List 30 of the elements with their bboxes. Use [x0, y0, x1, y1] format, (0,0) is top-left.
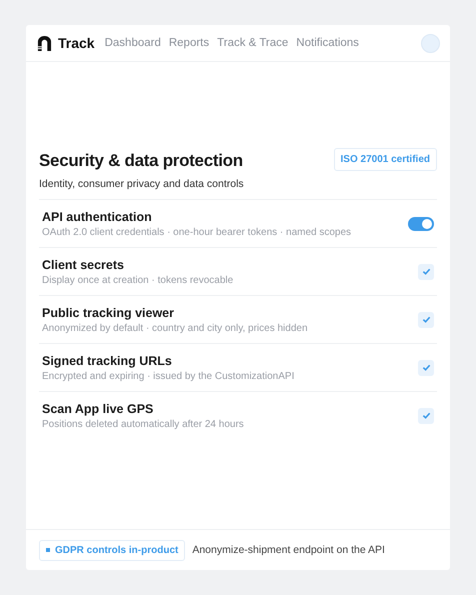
section-subtitle: Identity, consumer privacy and data controls — [39, 178, 244, 190]
section-title: Security & data protection — [39, 151, 244, 171]
gdpr-tag: GDPR controls in-product — [39, 540, 186, 560]
checkbox[interactable] — [418, 264, 434, 280]
nav-link[interactable]: Dashboard — [104, 37, 161, 49]
nav-link[interactable]: Reports — [168, 37, 210, 49]
setting-description: Positions deleted automatically after 24 hours — [42, 418, 244, 430]
setting-description: OAuth 2.0 client credentials · one-hour bearer tokens · named scopes — [42, 226, 352, 238]
footer-note: Anonymize-shipment endpoint on the API — [192, 544, 385, 556]
check-icon — [422, 363, 430, 372]
check-icon — [422, 315, 430, 324]
setting-title: Scan App live GPS — [42, 402, 154, 416]
setting-description: Anonymized by default · country and city only, prices hidden — [42, 322, 308, 334]
setting-title: Client secrets — [42, 258, 125, 272]
checkbox[interactable] — [418, 408, 434, 424]
check-icon — [422, 411, 430, 420]
nav-link[interactable]: Notifications — [296, 37, 359, 49]
setting-title: Public tracking viewer — [42, 306, 175, 320]
toggle-switch[interactable] — [408, 216, 434, 230]
check-icon — [422, 267, 430, 276]
setting-description: Encrypted and expiring · issued by the CustomizationAPI — [42, 370, 294, 382]
setting-title: API authentication — [42, 210, 153, 224]
checkbox[interactable] — [418, 360, 434, 376]
certification-badge: ISO 27001 certified — [334, 148, 437, 171]
checkbox[interactable] — [418, 312, 434, 328]
setting-title: Signed tracking URLs — [42, 354, 173, 368]
brand-name: Track — [58, 35, 95, 51]
logo-icon — [37, 36, 52, 50]
nav-link[interactable]: Track & Trace — [217, 37, 288, 49]
setting-description: Display once at creation · tokens revocable — [42, 274, 234, 286]
